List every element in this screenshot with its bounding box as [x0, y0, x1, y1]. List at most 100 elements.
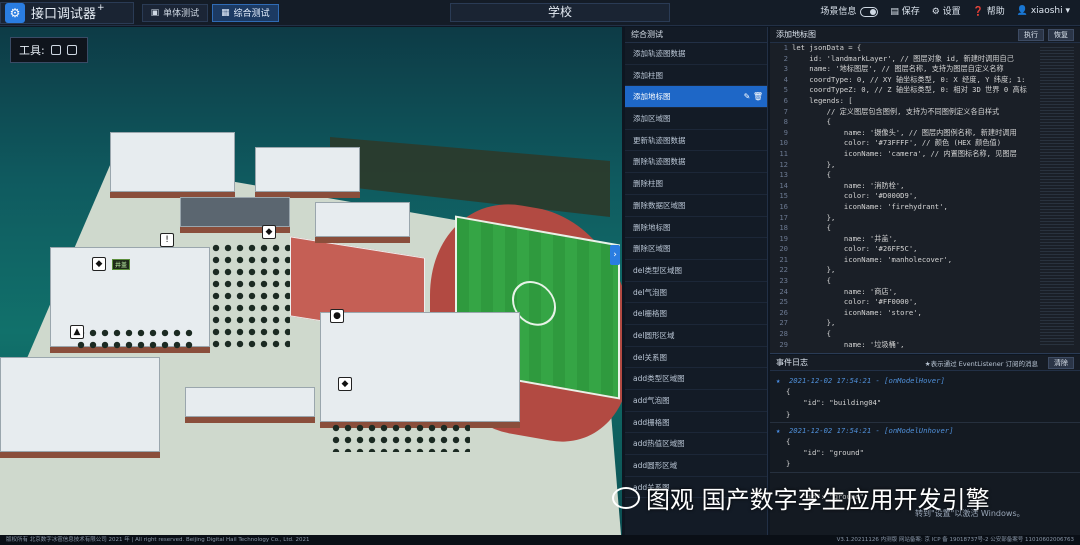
action-list-item[interactable]: del圆形区域	[625, 325, 767, 347]
building[interactable]	[185, 387, 315, 417]
landmark-pin-icon[interactable]: !	[160, 233, 174, 247]
code-line: 20 color: '#26FF5C',	[770, 244, 1040, 255]
code-text: {	[792, 276, 831, 286]
action-list-item[interactable]: del栅格图	[625, 303, 767, 325]
code-panel-header: 添加地标图 执行 恢复	[770, 27, 1080, 43]
measure-tool-icon[interactable]	[66, 45, 77, 55]
save-button[interactable]: ▤ 保存	[890, 4, 919, 17]
code-text: iconName: 'firehydrant',	[792, 201, 948, 211]
landmark-label: 井盖	[112, 259, 131, 270]
code-line: 16 iconName: 'firehydrant',	[770, 202, 1040, 213]
code-editor[interactable]: 1 let jsonData = {2 id: 'landmarkLayer', …	[770, 43, 1040, 354]
scene-viewport[interactable]: ! ◆ ◆ 井盖 ▲ ● ◆ 工具: ›	[0, 27, 622, 535]
action-list-item[interactable]: 添加轨迹图数据	[625, 43, 767, 65]
code-minimap[interactable]	[1040, 47, 1074, 347]
landmark-pin-icon[interactable]: ▲	[70, 325, 84, 339]
action-list-item[interactable]: 删除数据区域图	[625, 195, 767, 217]
building[interactable]	[110, 132, 235, 192]
code-text: name: '摄像头', // 图层内图例名称, 新建时调用	[792, 127, 1017, 137]
action-list-item[interactable]: add热值区域图	[625, 433, 767, 456]
code-line: 17 },	[770, 213, 1040, 224]
help-button[interactable]: ❓ 帮助	[973, 4, 1005, 17]
code-line: 27 },	[770, 318, 1040, 329]
action-list-item[interactable]: add圆形区域	[625, 455, 767, 477]
line-number: 8	[783, 117, 788, 127]
edit-delete-icons[interactable]: ✎ 🗑	[744, 86, 763, 108]
action-list-item[interactable]: 删除轨迹图数据	[625, 151, 767, 174]
log-separator	[770, 471, 1080, 473]
action-list-item[interactable]: 删除区域图	[625, 238, 767, 260]
landmark-pin-icon[interactable]: ◆	[338, 377, 352, 391]
action-list-item-label: del类型区域图	[633, 265, 682, 275]
reset-button[interactable]: 恢复	[1048, 29, 1074, 41]
action-list-item-label: 添加柱图	[633, 70, 663, 80]
app-logo-icon: ⚙	[5, 2, 25, 23]
code-text: let jsonData = {	[792, 43, 862, 52]
clear-log-button[interactable]: 清除	[1048, 357, 1074, 369]
building[interactable]	[0, 357, 160, 452]
building[interactable]	[180, 197, 290, 227]
code-text: coordType: 0, // XY 轴坐标类型, 0: X 经度, Y 纬度…	[792, 74, 1026, 84]
action-list-item-label: add圆形区域	[633, 461, 678, 471]
new-tab-icon[interactable]: +	[97, 3, 105, 13]
windows-activation-hint: 转到"设置"以激活 Windows。	[915, 509, 1025, 518]
scene-info-toggle[interactable]: 场景信息	[820, 4, 879, 17]
action-list-item-label: add类型区域图	[633, 374, 685, 384]
landmark-pin-icon[interactable]: ●	[330, 309, 344, 323]
event-log-header: 事件日志 ★表示通过 EventListener 订阅的消息 清除	[770, 355, 1080, 371]
scene-title[interactable]: 学校	[450, 3, 670, 22]
building[interactable]	[255, 147, 360, 192]
action-list-item-label: del栅格图	[633, 309, 667, 319]
event-log-title: 事件日志	[776, 358, 808, 367]
action-list-item[interactable]: add栅格图	[625, 412, 767, 434]
action-list-item[interactable]: del类型区域图	[625, 260, 767, 282]
line-number: 25	[779, 297, 788, 307]
action-list-item[interactable]: 添加区域图	[625, 108, 767, 130]
action-list-item[interactable]: 删除柱图	[625, 173, 767, 195]
action-list-item[interactable]: 添加柱图	[625, 65, 767, 87]
code-text: // 定义图层包含图例, 支持为不同图例定义各自样式	[792, 106, 1000, 116]
code-text: color: '#73FFFF', // 颜色 (HEX 颜色值)	[792, 138, 1002, 148]
building[interactable]	[320, 312, 520, 422]
line-number: 2	[783, 53, 788, 63]
toggle-switch[interactable]	[860, 6, 879, 17]
line-number: 28	[779, 329, 788, 339]
log-json-open: {	[786, 437, 791, 447]
help-icon: ❓	[972, 7, 987, 17]
code-line: 28 {	[770, 329, 1040, 340]
mode-integrated-test-button[interactable]: ▦ 综合测试	[212, 3, 279, 22]
landmark-pin-icon[interactable]: ◆	[262, 225, 276, 239]
action-list-header: 综合测试	[625, 27, 767, 43]
log-entry-header[interactable]: ★ 2021-12-02 17:54:21 - [onModelHover]	[776, 375, 1080, 386]
code-text: iconName: 'manholecover',	[792, 254, 953, 264]
log-entry-header[interactable]: ★ 2021-12-02 17:54:21 - [onModelUnhover]	[776, 425, 1080, 436]
settings-button[interactable]: ⚙ 设置	[932, 4, 961, 17]
action-list-item[interactable]: 添加地标图 ✎ 🗑	[625, 86, 767, 109]
action-list-item[interactable]: add气泡图	[625, 390, 767, 412]
code-line: 25 color: '#FF0000',	[770, 297, 1040, 308]
mode-single-test-button[interactable]: ▣ 单体测试	[141, 3, 209, 22]
action-list-item[interactable]: 删除地标图	[625, 217, 767, 239]
pick-tool-icon[interactable]	[50, 45, 61, 55]
code-text: {	[792, 329, 831, 339]
action-list-item[interactable]: add类型区域图	[625, 368, 767, 390]
line-number: 15	[779, 191, 788, 201]
action-list-item-label: 添加区域图	[633, 114, 671, 124]
code-line: 19 name: '井盖',	[770, 234, 1040, 245]
wechat-icon	[612, 486, 640, 509]
code-text: },	[792, 159, 836, 169]
action-list-item[interactable]: del气泡图	[625, 282, 767, 304]
action-list-item-label: 更新轨迹图数据	[633, 135, 686, 145]
panel-expand-icon[interactable]: ›	[610, 245, 620, 265]
action-list-item[interactable]: del关系图	[625, 347, 767, 369]
run-button[interactable]: 执行	[1018, 29, 1044, 41]
action-list-item[interactable]: 更新轨迹图数据	[625, 130, 767, 152]
building[interactable]	[315, 202, 410, 237]
code-text: coordTypeZ: 0, // Z 轴坐标类型, 0: 相对 3D 世界 0…	[792, 85, 1027, 95]
log-json-open: {	[786, 387, 791, 397]
code-line: 8 {	[770, 117, 1040, 128]
code-panel-title: 添加地标图	[776, 30, 816, 39]
user-menu[interactable]: 👤 xiaoshi ▾	[1017, 6, 1070, 16]
landmark-pin-icon[interactable]: ◆	[92, 257, 106, 271]
code-line: 10 color: '#73FFFF', // 颜色 (HEX 颜色值)	[770, 138, 1040, 149]
